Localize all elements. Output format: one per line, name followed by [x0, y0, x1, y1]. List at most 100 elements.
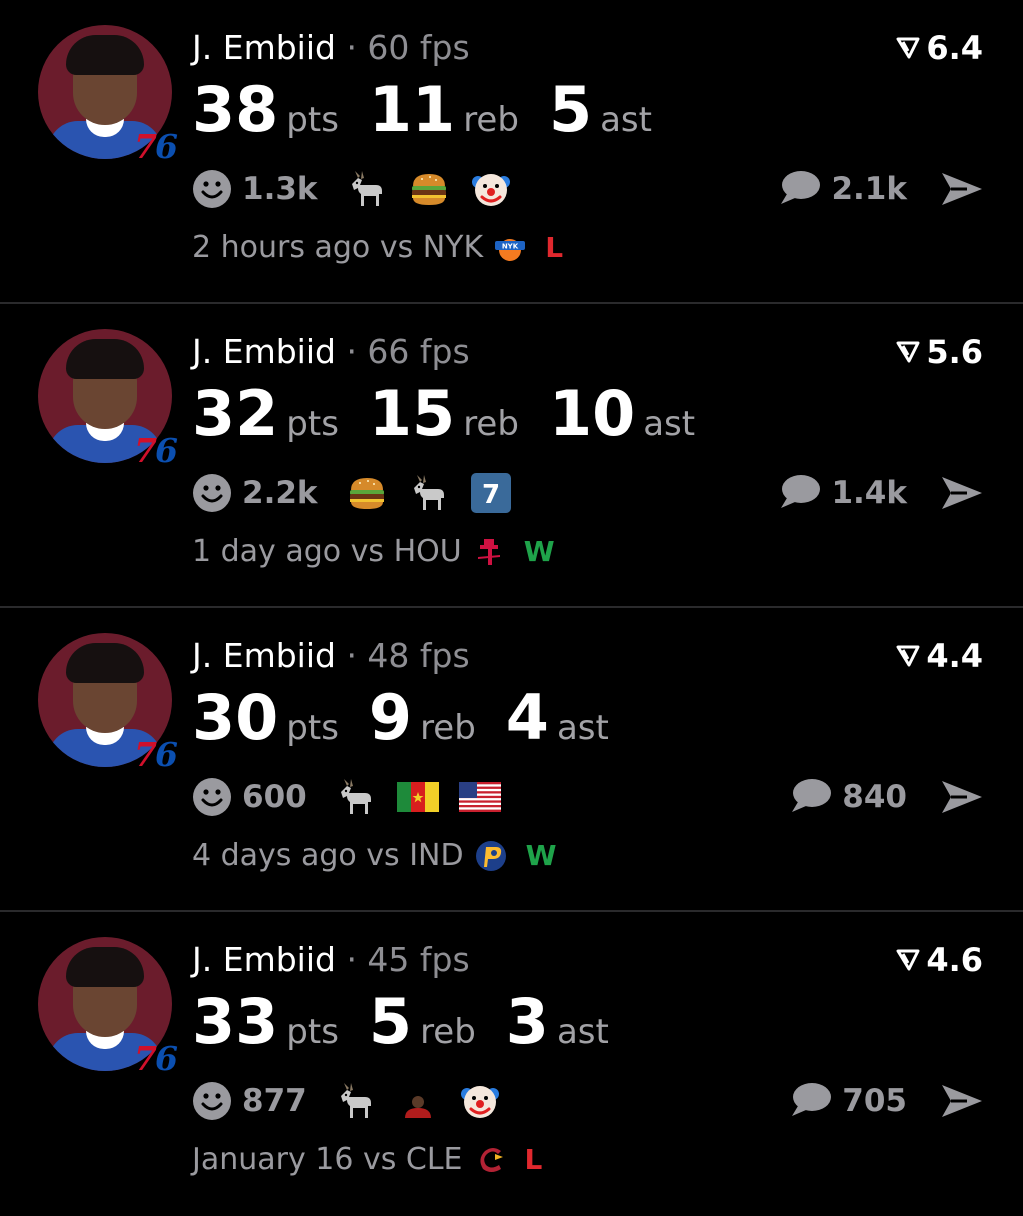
rating-icon: [896, 28, 920, 68]
rebounds-label: reb: [463, 100, 519, 140]
rating-value: 4.6: [926, 941, 983, 979]
svg-text:NYK: NYK: [502, 243, 519, 251]
rebounds-stat: 9 reb: [369, 682, 476, 754]
smile-icon[interactable]: [192, 777, 232, 817]
rating: 6.4: [896, 28, 983, 68]
points-label: pts: [286, 100, 339, 140]
cavaliers-logo-icon[interactable]: [473, 1143, 507, 1177]
cameroon-flag-icon[interactable]: [396, 776, 439, 818]
post-title: J. Embiid · 60 fps: [192, 26, 470, 70]
rebounds-label: reb: [420, 1012, 476, 1052]
burger-icon[interactable]: [408, 168, 450, 210]
stat-line: 38 pts 11 reb 5 ast: [192, 74, 652, 146]
sixers-logo-icon: 76: [134, 431, 178, 470]
points-label: pts: [286, 404, 339, 444]
rebounds-label: reb: [420, 708, 476, 748]
player-name[interactable]: J. Embiid: [192, 636, 336, 675]
reaction-count[interactable]: 2.2k: [242, 475, 318, 511]
assists-stat: 4 ast: [506, 682, 609, 754]
rating-value: 6.4: [926, 29, 983, 67]
share-icon[interactable]: [939, 1082, 985, 1120]
post-title: J. Embiid · 66 fps: [192, 330, 470, 374]
player-name[interactable]: J. Embiid: [192, 940, 336, 979]
game-time-opponent[interactable]: 1 day ago vs HOU: [192, 532, 462, 572]
rebounds-value: 5: [368, 985, 413, 1058]
rebounds-value: 11: [368, 73, 456, 146]
smile-icon[interactable]: [192, 473, 232, 513]
burger-icon[interactable]: [346, 472, 388, 514]
comment-icon[interactable]: [788, 776, 832, 818]
pacers-logo-icon[interactable]: [474, 839, 508, 873]
points-value: 30: [192, 681, 279, 754]
avatar[interactable]: 76: [38, 937, 178, 1075]
rating: 4.4: [896, 636, 983, 676]
avatar[interactable]: 76: [38, 25, 178, 163]
fps-count: · 66 fps: [346, 332, 470, 371]
rebounds-label: reb: [463, 404, 519, 444]
rebounds-stat: 5 reb: [369, 986, 476, 1058]
comment-icon[interactable]: [788, 1080, 832, 1122]
assists-label: ast: [643, 404, 696, 444]
reaction-count[interactable]: 1.3k: [242, 171, 318, 207]
smile-icon[interactable]: [192, 1081, 232, 1121]
comments[interactable]: 1.4k: [777, 472, 907, 514]
sixers-logo-icon: 76: [134, 1039, 178, 1078]
goat-icon[interactable]: [346, 168, 388, 210]
clown-icon[interactable]: [459, 1080, 501, 1122]
knicks-logo-icon[interactable]: NYK: [493, 231, 527, 265]
comments[interactable]: 840: [788, 776, 907, 818]
comment-count[interactable]: 2.1k: [831, 171, 907, 207]
share-icon[interactable]: [939, 474, 985, 512]
assists-label: ast: [556, 708, 609, 748]
post-card-1[interactable]: 76 J. Embiid · 60 fps 6.4 38 pts 11 reb 5a…: [0, 0, 1023, 304]
rating-icon: [896, 940, 920, 980]
points-value: 38: [192, 73, 279, 146]
number-seven-icon[interactable]: 7: [470, 472, 512, 514]
comments[interactable]: 705: [788, 1080, 907, 1122]
points-value: 32: [192, 377, 279, 450]
comment-icon[interactable]: [777, 472, 821, 514]
rating: 4.6: [896, 940, 983, 980]
post-card-2[interactable]: 76 J. Embiid · 66 fps 5.6 32 pts 15 reb 10…: [0, 304, 1023, 608]
clown-icon[interactable]: [470, 168, 512, 210]
reaction-bar: 877: [192, 1080, 521, 1122]
game-time-opponent[interactable]: 2 hours ago vs NYK: [192, 228, 483, 268]
post-card-4[interactable]: 76 J. Embiid · 45 fps 4.6 33 pts 5 reb 3 as…: [0, 912, 1023, 1216]
sixers-logo-icon: 76: [134, 735, 178, 774]
game-meta: 1 day ago vs HOU W: [192, 532, 555, 572]
game-meta: 4 days ago vs IND W: [192, 836, 557, 876]
goat-icon[interactable]: [335, 1080, 377, 1122]
comment-count[interactable]: 840: [842, 779, 907, 815]
comment-icon[interactable]: [777, 168, 821, 210]
rockets-logo-icon[interactable]: [472, 535, 506, 569]
points-label: pts: [286, 708, 339, 748]
smile-icon[interactable]: [192, 169, 232, 209]
points-stat: 30 pts: [192, 682, 339, 754]
game-time-opponent[interactable]: January 16 vs CLE: [192, 1140, 463, 1180]
reaction-bar: 2.2k 7: [192, 472, 532, 514]
goat-icon[interactable]: [408, 472, 450, 514]
comments[interactable]: 2.1k: [777, 168, 907, 210]
game-result: L: [524, 1143, 543, 1176]
rebounds-value: 15: [368, 377, 456, 450]
comment-count[interactable]: 1.4k: [831, 475, 907, 511]
game-meta: 2 hours ago vs NYK NYK L: [192, 228, 563, 268]
reaction-count[interactable]: 600: [242, 779, 307, 815]
player-name[interactable]: J. Embiid: [192, 332, 336, 371]
usa-flag-icon[interactable]: [458, 776, 501, 818]
avatar[interactable]: 76: [38, 329, 178, 467]
game-time-opponent[interactable]: 4 days ago vs IND: [192, 836, 464, 876]
player-name[interactable]: J. Embiid: [192, 28, 336, 67]
player-bust-icon[interactable]: [397, 1080, 439, 1122]
share-icon[interactable]: [939, 170, 985, 208]
avatar[interactable]: 76: [38, 633, 178, 771]
comment-count[interactable]: 705: [842, 1083, 907, 1119]
share-icon[interactable]: [939, 778, 985, 816]
rating-value: 5.6: [926, 333, 983, 371]
post-card-3[interactable]: 76 J. Embiid · 48 fps 4.4 30 pts 9 reb 4 as…: [0, 608, 1023, 912]
stat-line: 33 pts 5 reb 3 ast: [192, 986, 609, 1058]
reaction-count[interactable]: 877: [242, 1083, 307, 1119]
sixers-logo-icon: 76: [134, 127, 178, 166]
goat-icon[interactable]: [335, 776, 377, 818]
rebounds-value: 9: [368, 681, 413, 754]
